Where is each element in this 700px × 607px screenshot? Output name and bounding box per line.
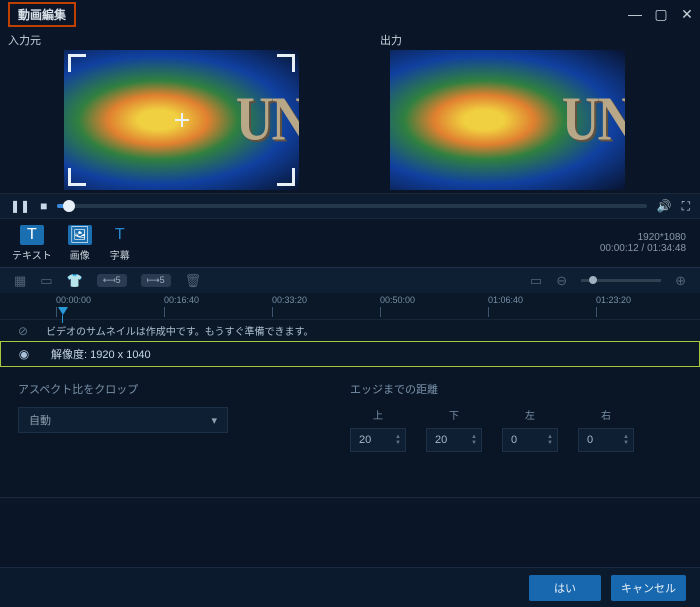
back5-button[interactable]: ⟻5 (97, 274, 127, 287)
resolution-info: 1920*1080 (600, 232, 686, 243)
zoom-slider[interactable] (581, 279, 661, 282)
zoom-out-icon[interactable]: ⊖ (556, 273, 567, 289)
eye-icon[interactable]: ◉ (1, 347, 47, 361)
ok-button[interactable]: はい (529, 575, 601, 601)
edge-bottom-stepper[interactable]: 20▲▼ (426, 428, 482, 452)
edge-top-stepper[interactable]: 20▲▼ (350, 428, 406, 452)
subtitle-icon: T (108, 225, 132, 245)
aspect-dropdown[interactable]: 自動 ▾ (18, 407, 228, 433)
seek-thumb[interactable] (63, 200, 75, 212)
crop-center-icon[interactable] (175, 113, 189, 127)
chevron-down-icon: ▾ (211, 414, 217, 427)
tab-text[interactable]: T テキスト (12, 225, 52, 262)
crop-handle-tl[interactable] (68, 54, 86, 72)
fwd5-button[interactable]: ⟼5 (141, 274, 171, 287)
thumbnail-status: ビデオのサムネイルは作成中です。もうすぐ準備できます。 (46, 323, 314, 338)
crop-icon[interactable]: ▭ (40, 273, 52, 289)
aspect-label: アスペクト比をクロップ (18, 381, 350, 397)
fit-icon[interactable]: ▭ (530, 273, 542, 289)
playhead-icon[interactable] (58, 307, 68, 315)
input-label: 入力元 (8, 32, 320, 48)
fullscreen-icon[interactable]: ⛶ (682, 199, 690, 214)
shirt-icon[interactable]: 👕 (67, 273, 83, 289)
window-title: 動画編集 (8, 2, 76, 27)
output-preview (390, 50, 625, 190)
timeline-ruler[interactable]: 00:00:00 00:16:40 00:33:20 00:50:00 01:0… (0, 293, 700, 319)
maximize-icon[interactable]: ▢ (654, 7, 668, 21)
output-label: 出力 (380, 32, 692, 48)
time-info: 00:00:12 / 01:34:48 (600, 243, 686, 254)
stop-icon[interactable]: ■ (40, 199, 47, 213)
text-icon: T (20, 225, 44, 245)
minimize-icon[interactable]: — (628, 7, 642, 21)
cancel-button[interactable]: キャンセル (611, 575, 686, 601)
tab-subtitle[interactable]: T 字幕 (108, 225, 132, 262)
edge-label: エッジまでの距離 (350, 381, 682, 397)
edge-right-stepper[interactable]: 0▲▼ (578, 428, 634, 452)
input-preview[interactable] (64, 50, 299, 190)
image-icon: 🖼 (68, 225, 92, 245)
close-icon[interactable]: ✕ (680, 7, 694, 21)
resolution-display: 解像度: 1920 x 1040 (47, 346, 699, 362)
crop-handle-tr[interactable] (277, 54, 295, 72)
no-symbol-icon[interactable]: ⊘ (0, 324, 46, 338)
zoom-in-icon[interactable]: ⊕ (675, 273, 686, 289)
pause-icon[interactable]: ❚❚ (10, 199, 30, 213)
film-icon[interactable]: ▦ (14, 273, 26, 289)
crop-handle-bl[interactable] (68, 168, 86, 186)
trash-icon[interactable]: 🗑 (185, 273, 202, 289)
volume-icon[interactable]: 🔊 (657, 199, 672, 213)
seek-slider[interactable] (57, 204, 646, 208)
crop-handle-br[interactable] (277, 168, 295, 186)
edge-left-stepper[interactable]: 0▲▼ (502, 428, 558, 452)
tab-image[interactable]: 🖼 画像 (68, 225, 92, 262)
